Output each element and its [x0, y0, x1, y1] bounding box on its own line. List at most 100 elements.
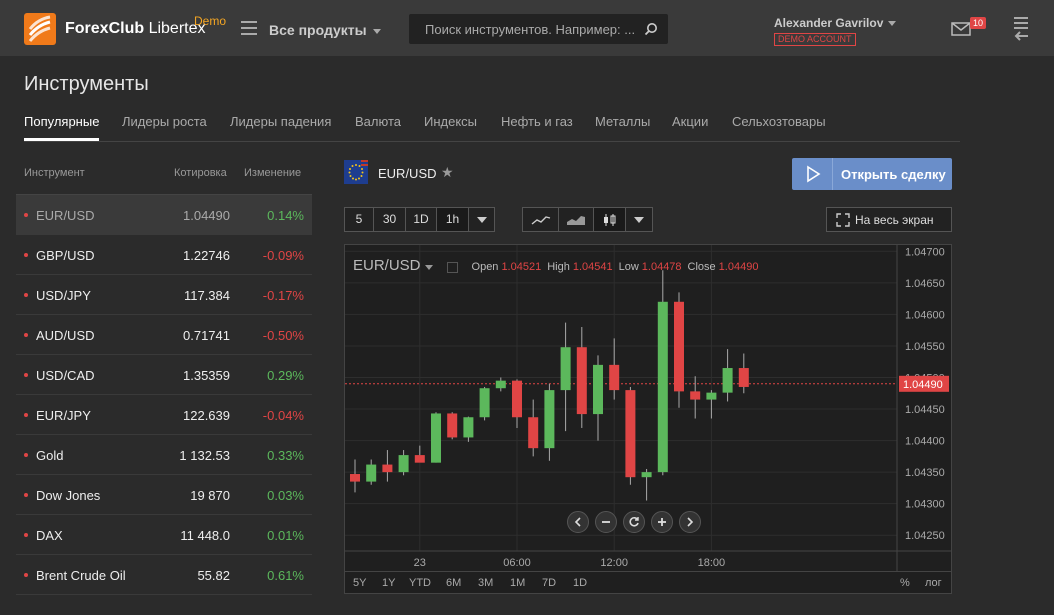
range-1y[interactable]: 1Y: [382, 577, 395, 589]
tab-stocks[interactable]: Акции: [672, 114, 708, 129]
candle-body: [609, 364, 620, 391]
line-chart-button[interactable]: [522, 207, 559, 232]
instrument-row[interactable]: AUD/USD 0.71741 -0.50%: [16, 315, 312, 355]
range-5y[interactable]: 5Y: [353, 577, 366, 589]
instrument-row[interactable]: Gold 1 132.53 0.33%: [16, 435, 312, 475]
candle-body: [350, 474, 360, 482]
percent-scale-toggle[interactable]: %: [900, 577, 910, 589]
area-chart-icon: [567, 215, 585, 225]
y-tick-label: 1.04400: [905, 436, 945, 448]
x-tick-label: 12:00: [600, 557, 628, 569]
scroll-left-button[interactable]: [567, 511, 589, 533]
side-panel-toggle-icon[interactable]: [1012, 16, 1030, 42]
range-1d[interactable]: 1D: [573, 577, 587, 589]
y-tick-label: 1.04250: [905, 530, 945, 542]
candlestick-chart-button[interactable]: [593, 207, 626, 232]
search-icon[interactable]: [644, 22, 658, 36]
open-deal-button[interactable]: Открыть сделку: [792, 158, 952, 190]
instrument-row[interactable]: EUR/JPY 122.639 -0.04%: [16, 395, 312, 435]
tab-currency[interactable]: Валюта: [355, 114, 401, 129]
tab-metals[interactable]: Металлы: [595, 114, 650, 129]
chevron-down-icon: [372, 28, 381, 34]
status-dot: [24, 453, 28, 457]
status-dot: [24, 253, 28, 257]
search-box: [409, 14, 668, 44]
search-input[interactable]: [409, 14, 639, 44]
candle-body: [366, 464, 377, 482]
instrument-quote: 122.639: [183, 408, 230, 423]
column-header-quote[interactable]: Котировка: [174, 167, 227, 179]
timeframe-more-dropdown[interactable]: [468, 207, 495, 232]
tab-popular[interactable]: Популярные: [24, 114, 100, 141]
instrument-quote: 19 870: [190, 488, 230, 503]
chevron-down-icon: [888, 21, 897, 27]
log-scale-toggle[interactable]: лог: [925, 577, 942, 589]
ohlc-close-value: 1.04490: [718, 261, 759, 273]
range-selector: 5Y 1Y YTD 6M 3M 1M 7D 1D % лог: [345, 571, 951, 593]
mail-count-badge: 10: [970, 17, 987, 29]
instrument-change: 0.29%: [267, 368, 304, 383]
timeframe-30-button[interactable]: 30: [373, 207, 406, 232]
status-dot: [24, 213, 28, 217]
instrument-row[interactable]: Brent Crude Oil 55.82 0.61%: [16, 555, 312, 595]
user-menu[interactable]: Alexander Gavrilov: [774, 16, 897, 30]
chevron-down-icon: [476, 216, 487, 223]
scroll-right-button[interactable]: [679, 511, 701, 533]
instrument-row[interactable]: USD/JPY 117.384 -0.17%: [16, 275, 312, 315]
y-tick-label: 1.04350: [905, 467, 945, 479]
range-1m[interactable]: 1M: [510, 577, 525, 589]
hamburger-menu-icon[interactable]: [241, 21, 257, 35]
chart-symbol[interactable]: EUR/USD: [353, 257, 421, 274]
instrument-name: EUR/JPY: [36, 408, 91, 423]
reset-chart-button[interactable]: [623, 511, 645, 533]
tab-agriculture[interactable]: Сельхозтовары: [732, 114, 826, 129]
range-6m[interactable]: 6M: [446, 577, 461, 589]
chevron-down-icon[interactable]: [424, 264, 433, 270]
all-products-dropdown[interactable]: Все продукты: [269, 22, 381, 38]
indicator-settings-icon[interactable]: [446, 261, 458, 273]
range-3m[interactable]: 3M: [478, 577, 493, 589]
column-header-change[interactable]: Изменение: [244, 167, 301, 179]
mail-icon[interactable]: [951, 22, 971, 36]
chevron-left-icon: [574, 517, 581, 527]
instrument-row[interactable]: Dow Jones 19 870 0.03%: [16, 475, 312, 515]
timeframe-1d-button[interactable]: 1D: [405, 207, 437, 232]
tab-indices[interactable]: Индексы: [424, 114, 477, 129]
fullscreen-button[interactable]: На весь экран: [826, 207, 952, 232]
timeframe-1h-button[interactable]: 1h: [436, 207, 469, 232]
y-tick-label: 1.04700: [905, 246, 945, 258]
zoom-out-button[interactable]: [595, 511, 617, 533]
range-7d[interactable]: 7D: [542, 577, 556, 589]
tab-oil-gas[interactable]: Нефть и газ: [501, 114, 573, 129]
instrument-row[interactable]: GBP/USD 1.22746 -0.09%: [16, 235, 312, 275]
zoom-in-button[interactable]: [651, 511, 673, 533]
area-chart-button[interactable]: [558, 207, 594, 232]
instrument-change: 0.33%: [267, 448, 304, 463]
ohlc-open-key: Open: [471, 261, 499, 273]
plus-icon: [658, 518, 666, 526]
chart-legend: EUR/USD Open 1.04521 High 1.04541 Low 1.04478 C…: [353, 257, 764, 274]
brand-name[interactable]: ForexClub Libertex: [65, 20, 206, 38]
tab-top-gainers[interactable]: Лидеры роста: [122, 114, 207, 129]
forexclub-logo-icon[interactable]: [24, 13, 56, 45]
range-ytd[interactable]: YTD: [409, 577, 431, 589]
candlestick-icon: [603, 213, 615, 226]
instrument-row[interactable]: DAX 11 448.0 0.01%: [16, 515, 312, 555]
y-tick-label: 1.04600: [905, 309, 945, 321]
candle-body: [431, 413, 441, 463]
x-tick-label: 18:00: [698, 557, 726, 569]
price-chart[interactable]: 1.047001.046501.046001.045501.045001.044…: [344, 244, 952, 594]
chart-type-more-dropdown[interactable]: [625, 207, 653, 232]
column-header-instrument[interactable]: Инструмент: [24, 167, 85, 179]
favorite-star-icon[interactable]: ★: [441, 164, 454, 181]
instrument-name: AUD/USD: [36, 328, 95, 343]
ohlc-high-value: 1.04541: [572, 261, 613, 273]
timeframe-5-button[interactable]: 5: [344, 207, 374, 232]
instrument-row[interactable]: USD/CAD 1.35359 0.29%: [16, 355, 312, 395]
candle-body: [641, 472, 652, 478]
candle-body: [398, 455, 409, 473]
y-tick-label: 1.04550: [905, 341, 945, 353]
instrument-row[interactable]: EUR/USD 1.04490 0.14%: [16, 195, 312, 235]
candle-body: [512, 380, 522, 418]
tab-top-losers[interactable]: Лидеры падения: [230, 114, 331, 129]
